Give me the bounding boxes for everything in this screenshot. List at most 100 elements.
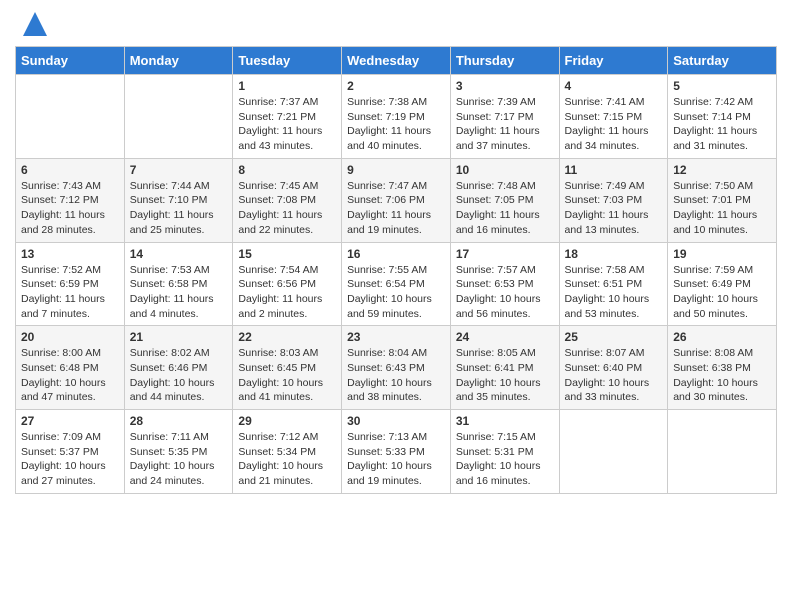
day-cell: 26 Sunrise: 8:08 AM Sunset: 6:38 PM Dayli… [668,326,777,410]
day-info: Sunrise: 7:13 AM Sunset: 5:33 PM Dayligh… [347,430,445,489]
day-info: Sunrise: 7:44 AM Sunset: 7:10 PM Dayligh… [130,179,228,238]
day-cell: 4 Sunrise: 7:41 AM Sunset: 7:15 PM Daylig… [559,75,668,159]
logo-icon [21,10,49,38]
day-info: Sunrise: 7:55 AM Sunset: 6:54 PM Dayligh… [347,263,445,322]
day-cell: 24Sunrise: 8:05 AM Sunset: 6:41 PM Dayli… [450,326,559,410]
day-cell: 29 Sunrise: 7:12 AM Sunset: 5:34 PM Dayli… [233,410,342,494]
day-info: Sunrise: 7:41 AM Sunset: 7:15 PM Dayligh… [565,95,663,154]
day-info: Sunrise: 7:48 AM Sunset: 7:05 PM Dayligh… [456,179,554,238]
day-number: 26 [673,330,771,344]
day-number: 22 [238,330,336,344]
day-info: Sunrise: 7:42 AM Sunset: 7:14 PM Dayligh… [673,95,771,154]
day-number: 9 [347,163,445,177]
day-cell: 20Sunrise: 8:00 AM Sunset: 6:48 PM Dayli… [16,326,125,410]
day-cell: 31Sunrise: 7:15 AM Sunset: 5:31 PM Dayli… [450,410,559,494]
day-cell: 10 Sunrise: 7:48 AM Sunset: 7:05 PM Dayli… [450,158,559,242]
day-cell [124,75,233,159]
day-number: 31 [456,414,554,428]
day-info: Sunrise: 7:54 AM Sunset: 6:56 PM Dayligh… [238,263,336,322]
calendar-container: SundayMondayTuesdayWednesdayThursdayFrid… [0,0,792,509]
day-number: 10 [456,163,554,177]
day-info: Sunrise: 7:12 AM Sunset: 5:34 PM Dayligh… [238,430,336,489]
day-cell: 3Sunrise: 7:39 AM Sunset: 7:17 PM Daylig… [450,75,559,159]
day-number: 1 [238,79,336,93]
day-cell: 11 Sunrise: 7:49 AM Sunset: 7:03 PM Dayli… [559,158,668,242]
day-number: 28 [130,414,228,428]
day-info: Sunrise: 8:05 AM Sunset: 6:41 PM Dayligh… [456,346,554,405]
day-info: Sunrise: 7:58 AM Sunset: 6:51 PM Dayligh… [565,263,663,322]
day-cell [668,410,777,494]
day-info: Sunrise: 7:47 AM Sunset: 7:06 PM Dayligh… [347,179,445,238]
week-row-3: 13 Sunrise: 7:52 AM Sunset: 6:59 PM Dayli… [16,242,777,326]
day-cell: 7 Sunrise: 7:44 AM Sunset: 7:10 PM Daylig… [124,158,233,242]
day-cell: 9 Sunrise: 7:47 AM Sunset: 7:06 PM Daylig… [342,158,451,242]
week-row-2: 6 Sunrise: 7:43 AM Sunset: 7:12 PM Daylig… [16,158,777,242]
day-number: 5 [673,79,771,93]
day-number: 13 [21,247,119,261]
day-cell: 25 Sunrise: 8:07 AM Sunset: 6:40 PM Dayli… [559,326,668,410]
day-info: Sunrise: 7:43 AM Sunset: 7:12 PM Dayligh… [21,179,119,238]
week-row-5: 27 Sunrise: 7:09 AM Sunset: 5:37 PM Dayli… [16,410,777,494]
day-number: 2 [347,79,445,93]
day-info: Sunrise: 7:11 AM Sunset: 5:35 PM Dayligh… [130,430,228,489]
weekday-header-saturday: Saturday [668,47,777,75]
day-info: Sunrise: 8:03 AM Sunset: 6:45 PM Dayligh… [238,346,336,405]
day-cell: 16 Sunrise: 7:55 AM Sunset: 6:54 PM Dayli… [342,242,451,326]
week-row-1: 1 Sunrise: 7:37 AM Sunset: 7:21 PM Daylig… [16,75,777,159]
day-info: Sunrise: 8:04 AM Sunset: 6:43 PM Dayligh… [347,346,445,405]
day-info: Sunrise: 7:37 AM Sunset: 7:21 PM Dayligh… [238,95,336,154]
weekday-header-wednesday: Wednesday [342,47,451,75]
day-number: 21 [130,330,228,344]
day-number: 23 [347,330,445,344]
day-number: 20 [21,330,119,344]
day-cell: 8Sunrise: 7:45 AM Sunset: 7:08 PM Daylig… [233,158,342,242]
day-cell: 19Sunrise: 7:59 AM Sunset: 6:49 PM Dayli… [668,242,777,326]
day-cell: 6 Sunrise: 7:43 AM Sunset: 7:12 PM Daylig… [16,158,125,242]
header [15,10,777,38]
weekday-header-row: SundayMondayTuesdayWednesdayThursdayFrid… [16,47,777,75]
day-cell: 22 Sunrise: 8:03 AM Sunset: 6:45 PM Dayli… [233,326,342,410]
day-info: Sunrise: 7:09 AM Sunset: 5:37 PM Dayligh… [21,430,119,489]
day-cell: 2 Sunrise: 7:38 AM Sunset: 7:19 PM Daylig… [342,75,451,159]
day-number: 3 [456,79,554,93]
logo [15,10,49,38]
day-cell: 12 Sunrise: 7:50 AM Sunset: 7:01 PM Dayli… [668,158,777,242]
day-cell: 18 Sunrise: 7:58 AM Sunset: 6:51 PM Dayli… [559,242,668,326]
day-number: 4 [565,79,663,93]
day-number: 25 [565,330,663,344]
day-info: Sunrise: 7:38 AM Sunset: 7:19 PM Dayligh… [347,95,445,154]
weekday-header-sunday: Sunday [16,47,125,75]
weekday-header-friday: Friday [559,47,668,75]
day-number: 27 [21,414,119,428]
weekday-header-monday: Monday [124,47,233,75]
day-number: 14 [130,247,228,261]
day-info: Sunrise: 7:53 AM Sunset: 6:58 PM Dayligh… [130,263,228,322]
day-number: 17 [456,247,554,261]
weekday-header-tuesday: Tuesday [233,47,342,75]
day-number: 12 [673,163,771,177]
day-info: Sunrise: 7:49 AM Sunset: 7:03 PM Dayligh… [565,179,663,238]
day-info: Sunrise: 8:07 AM Sunset: 6:40 PM Dayligh… [565,346,663,405]
day-cell: 21 Sunrise: 8:02 AM Sunset: 6:46 PM Dayli… [124,326,233,410]
day-number: 29 [238,414,336,428]
day-info: Sunrise: 8:08 AM Sunset: 6:38 PM Dayligh… [673,346,771,405]
day-info: Sunrise: 7:57 AM Sunset: 6:53 PM Dayligh… [456,263,554,322]
day-cell [16,75,125,159]
day-cell: 30Sunrise: 7:13 AM Sunset: 5:33 PM Dayli… [342,410,451,494]
day-info: Sunrise: 7:52 AM Sunset: 6:59 PM Dayligh… [21,263,119,322]
day-number: 7 [130,163,228,177]
day-number: 16 [347,247,445,261]
day-info: Sunrise: 7:50 AM Sunset: 7:01 PM Dayligh… [673,179,771,238]
day-info: Sunrise: 7:59 AM Sunset: 6:49 PM Dayligh… [673,263,771,322]
day-number: 6 [21,163,119,177]
day-cell: 27 Sunrise: 7:09 AM Sunset: 5:37 PM Dayli… [16,410,125,494]
day-cell: 5 Sunrise: 7:42 AM Sunset: 7:14 PM Daylig… [668,75,777,159]
day-number: 18 [565,247,663,261]
day-info: Sunrise: 8:02 AM Sunset: 6:46 PM Dayligh… [130,346,228,405]
day-cell: 14 Sunrise: 7:53 AM Sunset: 6:58 PM Dayli… [124,242,233,326]
day-cell: 17 Sunrise: 7:57 AM Sunset: 6:53 PM Dayli… [450,242,559,326]
calendar-table: SundayMondayTuesdayWednesdayThursdayFrid… [15,46,777,494]
day-info: Sunrise: 7:45 AM Sunset: 7:08 PM Dayligh… [238,179,336,238]
day-number: 11 [565,163,663,177]
day-cell: 28 Sunrise: 7:11 AM Sunset: 5:35 PM Dayli… [124,410,233,494]
